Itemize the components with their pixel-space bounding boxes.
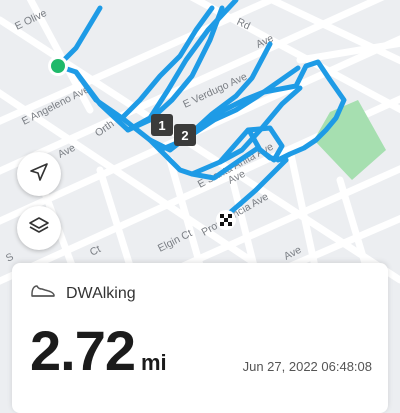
checkpoint-1[interactable]: 1 bbox=[151, 114, 173, 136]
activity-timestamp: Jun 27, 2022 06:48:08 bbox=[242, 359, 372, 374]
map-layers-button[interactable] bbox=[17, 206, 61, 250]
distance-readout: 2.72 mi bbox=[30, 318, 167, 383]
locate-button[interactable] bbox=[17, 152, 61, 196]
activity-label: DWAlking bbox=[66, 284, 136, 302]
shoe-icon bbox=[30, 283, 56, 304]
distance-unit: mi bbox=[141, 350, 167, 375]
activity-type: DWAlking bbox=[30, 283, 136, 304]
finish-flag-icon[interactable] bbox=[216, 210, 236, 230]
distance-value: 2.72 bbox=[30, 319, 136, 382]
layers-icon bbox=[28, 215, 50, 242]
start-marker[interactable] bbox=[48, 56, 68, 76]
navigation-arrow-icon bbox=[29, 162, 49, 187]
activity-summary-card[interactable]: DWAlking 2.72 mi Jun 27, 2022 06:48:08 bbox=[12, 263, 388, 413]
checkpoint-2[interactable]: 2 bbox=[174, 124, 196, 146]
svg-text:2: 2 bbox=[181, 128, 188, 143]
svg-text:1: 1 bbox=[158, 118, 165, 133]
